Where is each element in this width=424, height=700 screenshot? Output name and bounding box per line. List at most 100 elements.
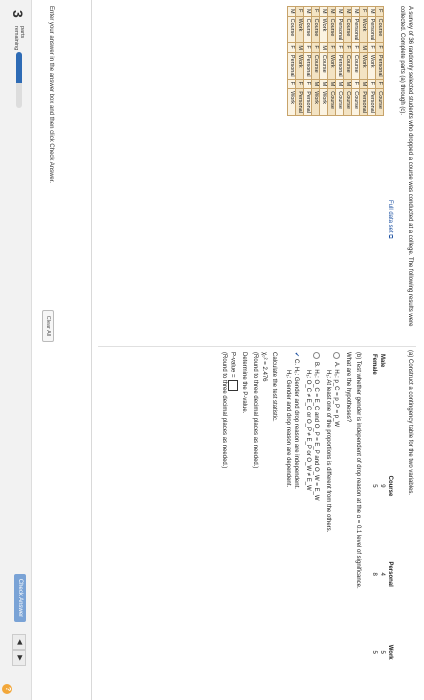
table-row: F Work M Work F Personal <box>295 6 304 116</box>
table-cell: F <box>303 79 312 89</box>
table-cell: Personal <box>367 16 376 43</box>
hypotheses-question: What are the hypotheses? <box>345 352 351 423</box>
horizontal-divider <box>91 0 92 700</box>
contingency-table: Course Personal Work Male 9 4 5 Female 5… <box>370 352 394 682</box>
table-cell: F <box>295 6 304 17</box>
table-cell: M <box>351 6 360 17</box>
next-arrow-icon[interactable]: ▶ <box>12 650 26 666</box>
pvalue-label: P-value = <box>229 352 236 378</box>
table-row: F Work M Work M Personal <box>359 6 368 116</box>
table-cell: Course <box>303 16 312 43</box>
table-row: M Course F Work M Course <box>327 6 336 116</box>
pvalue-row: P-value = <box>228 352 238 682</box>
table-cell: Work <box>295 52 304 80</box>
table-cell: F <box>343 42 352 53</box>
check-answer-button[interactable]: Check Answer <box>14 574 26 622</box>
table-cell: M <box>319 6 328 17</box>
part-b-prompt: (b) Test whether gender is independent o… <box>355 352 361 589</box>
row-female: Female 5 8 5 <box>370 352 378 682</box>
table-cell: Personal <box>287 52 296 80</box>
table-row: M Course F Course M Course <box>343 6 352 116</box>
table-cell: Personal <box>303 88 312 116</box>
table-cell: F <box>359 6 368 17</box>
table-cell: Work <box>327 52 336 80</box>
table-cell: Course <box>375 16 384 43</box>
table-cell: M <box>311 79 320 89</box>
round-note: (Round to three decimal places as needed… <box>221 352 227 469</box>
table-cell: M <box>359 79 368 89</box>
progress-fill <box>16 52 22 83</box>
copy-icon[interactable]: ⧉ <box>387 234 393 238</box>
table-cell: Work <box>287 88 296 116</box>
full-data-set-link[interactable]: Full data set ⧉ <box>386 200 393 239</box>
table-cell: F <box>351 79 360 89</box>
table-cell: Personal <box>335 52 344 80</box>
pvalue-prompt: Determine the P-value. <box>241 352 247 414</box>
table-cell: F <box>367 79 376 89</box>
col-header-course: Course <box>387 475 393 497</box>
table-cell: M <box>343 79 352 89</box>
table-cell: M <box>319 42 328 53</box>
table-cell: Course <box>319 52 328 80</box>
cell-value[interactable]: 9 <box>378 446 386 526</box>
instruction-text: Enter your answer in the answer box and … <box>48 6 54 184</box>
pvalue-input[interactable] <box>228 379 238 391</box>
table-cell: Course <box>343 88 352 116</box>
radio-button[interactable] <box>313 352 320 359</box>
table-cell: Course <box>335 88 344 116</box>
table-cell: Course <box>343 52 352 80</box>
table-cell: F <box>311 6 320 17</box>
table-cell: F <box>375 6 384 17</box>
table-cell: Course <box>375 88 384 116</box>
problem-intro: A survey of 36 randomly selected student… <box>399 6 413 327</box>
cell-value[interactable]: 5 <box>370 622 378 682</box>
table-cell: F <box>303 42 312 53</box>
table-row: M Work M Course M Work <box>319 6 328 116</box>
table-cell: Personal <box>303 52 312 80</box>
table-row: M Personal F Course F Course <box>351 6 360 116</box>
table-cell: Personal <box>295 88 304 116</box>
table-row: M Course F Personal F Work <box>287 6 296 116</box>
table-cell: F <box>375 42 384 53</box>
table-row: F Course F Personal F Course <box>375 6 384 116</box>
radio-button[interactable] <box>333 352 340 359</box>
table-cell: M <box>335 6 344 17</box>
table-cell: Course <box>287 16 296 43</box>
table-cell: Course <box>311 16 320 43</box>
table-cell: M <box>295 42 304 53</box>
option-b[interactable]: B. H₀: O_C = E_C and O_P = E_P and O_W =… <box>304 352 320 682</box>
previous-arrow-icon[interactable]: ◀ <box>12 634 26 650</box>
clear-all-button[interactable]: Clear All <box>42 310 54 342</box>
cell-value[interactable]: 8 <box>370 526 378 622</box>
cell-value[interactable]: 5 <box>378 622 386 682</box>
parts-remaining-count: 3 <box>10 10 26 18</box>
col-header-personal: Personal <box>387 561 393 587</box>
table-cell: F <box>287 42 296 53</box>
table-cell: Course <box>327 88 336 116</box>
table-cell: Course <box>343 16 352 43</box>
cell-value[interactable]: 5 <box>370 446 378 526</box>
table-row: M Personal F Personal M Course <box>335 6 344 116</box>
row-label: Male <box>379 354 385 368</box>
option-a[interactable]: A. H₀: p_C = p_P = p_W H₁: At least one … <box>324 352 340 682</box>
table-cell: M <box>327 6 336 17</box>
table-cell: Course <box>351 52 360 80</box>
table-cell: F <box>311 42 320 53</box>
table-cell: F <box>295 79 304 89</box>
table-cell: Work <box>295 16 304 43</box>
test-stat-label: Calculate the test statistic. <box>271 352 277 422</box>
table-cell: F <box>327 42 336 53</box>
table-cell: M <box>335 79 344 89</box>
help-icon[interactable]: ? <box>2 684 12 694</box>
table-cell: Course <box>327 16 336 43</box>
survey-data-table: F Course F Personal F Course M Personal F Work F Pe… <box>287 6 384 116</box>
table-cell: Work <box>359 16 368 43</box>
option-c[interactable]: ✔C. H₀: Gender and drop reason are indep… <box>284 352 300 682</box>
table-cell: M <box>343 6 352 17</box>
table-cell: M <box>287 6 296 17</box>
cell-value[interactable]: 4 <box>378 526 386 622</box>
table-cell: F <box>287 79 296 89</box>
table-row: F Course F Course M Work <box>311 6 320 116</box>
table-cell: Work <box>319 88 328 116</box>
table-row: M Course F Personal F Personal <box>303 6 312 116</box>
